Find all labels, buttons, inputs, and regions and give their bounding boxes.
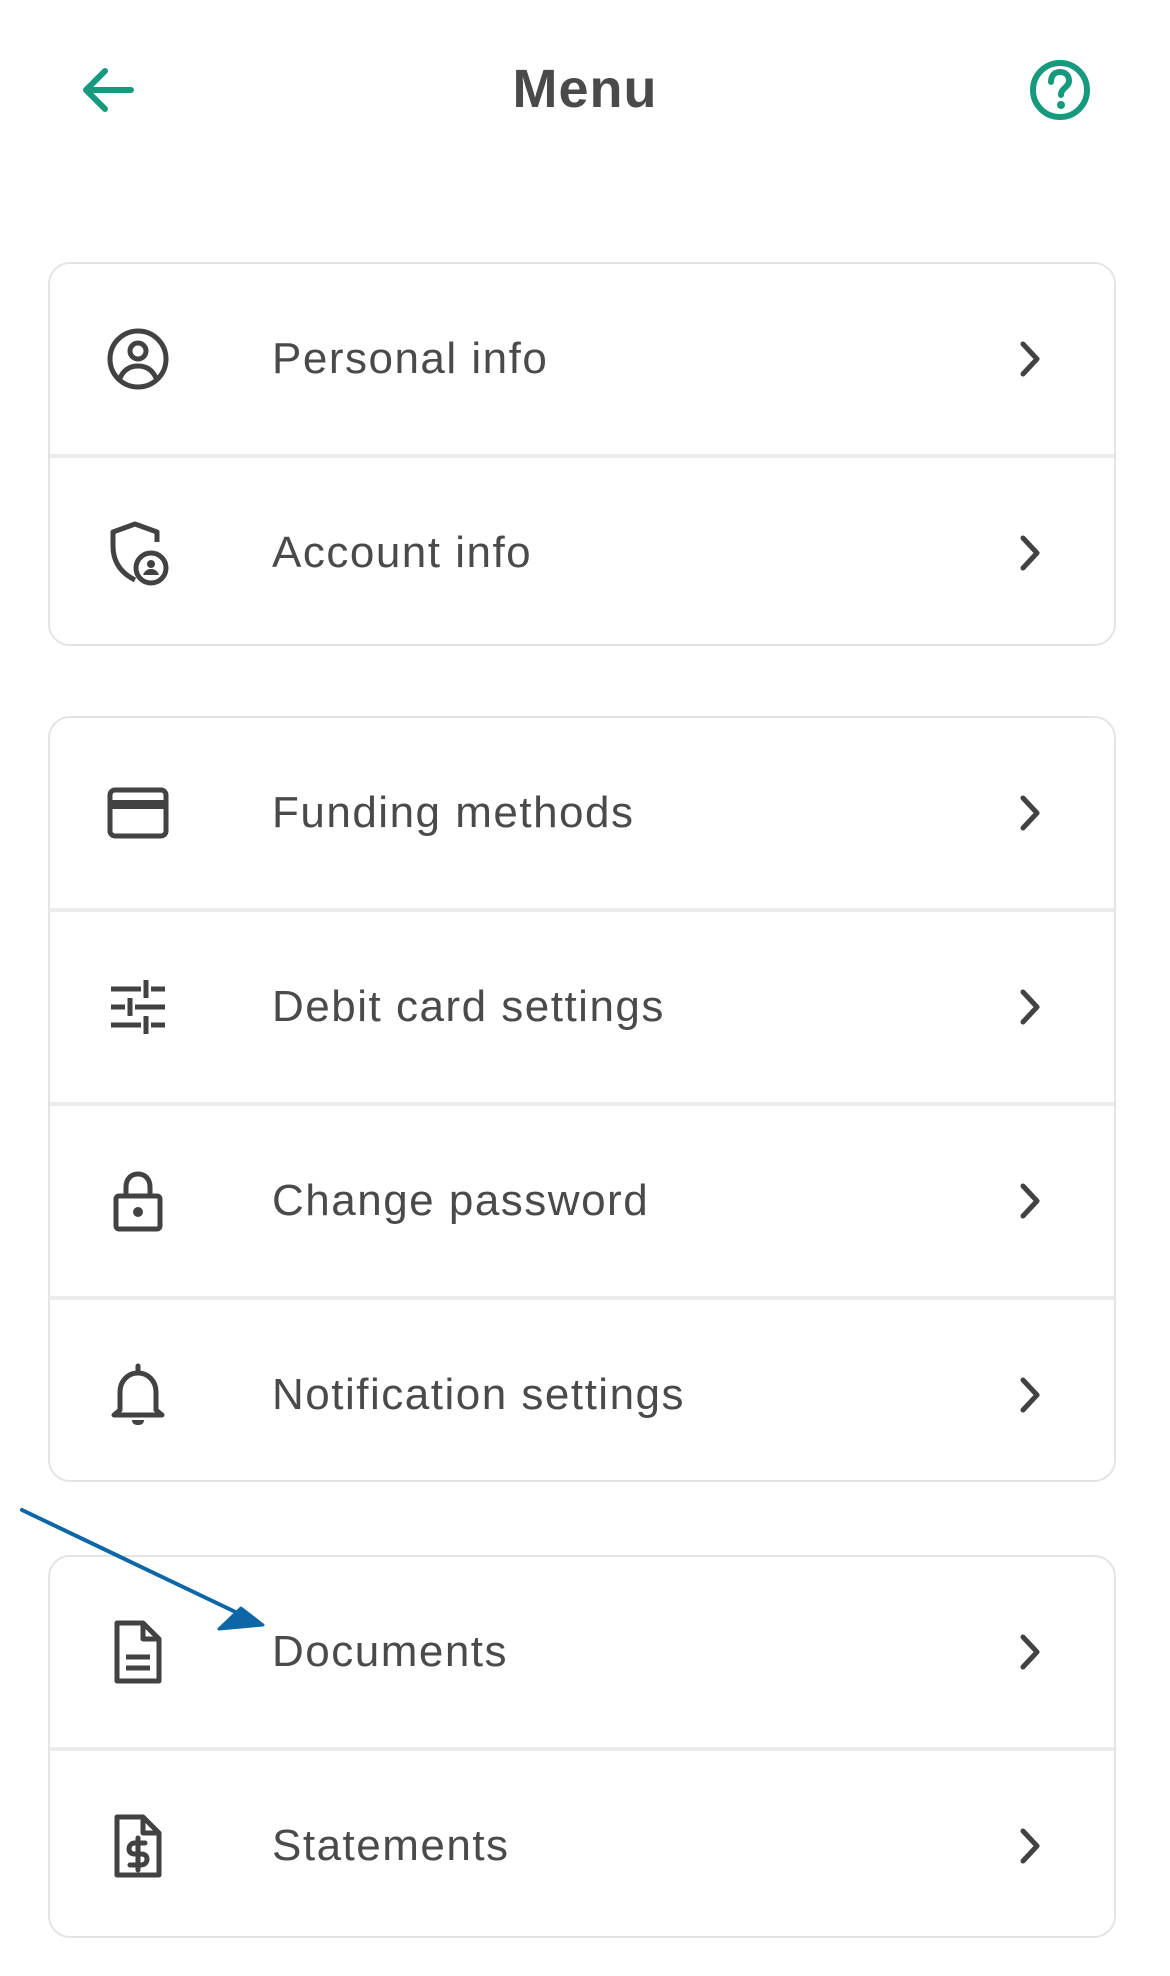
menu-item-funding-methods[interactable]: Funding methods <box>50 718 1114 908</box>
menu-item-notification-settings[interactable]: Notification settings <box>50 1296 1114 1480</box>
chevron-right-icon <box>1005 528 1055 578</box>
bell-icon <box>105 1362 171 1428</box>
chevron-right-icon <box>1005 1176 1055 1226</box>
help-circle-icon <box>1030 60 1090 120</box>
chevron-right-icon <box>1005 788 1055 838</box>
chevron-right-icon <box>1005 1627 1055 1677</box>
chevron-right-icon <box>1005 1821 1055 1871</box>
documents-group-card: Documents Statements <box>48 1555 1116 1938</box>
menu-item-label: Funding methods <box>272 788 635 837</box>
settings-group-card: Funding methods Debit card settings Chan… <box>48 716 1116 1482</box>
page-title: Menu <box>512 59 658 119</box>
chevron-right-icon <box>1005 334 1055 384</box>
menu-item-label: Change password <box>272 1176 650 1225</box>
menu-item-change-password[interactable]: Change password <box>50 1102 1114 1296</box>
menu-item-label: Documents <box>272 1627 509 1676</box>
document-icon <box>105 1619 171 1685</box>
chevron-right-icon <box>1005 1370 1055 1420</box>
shield-user-icon <box>105 520 171 586</box>
sliders-icon <box>105 974 171 1040</box>
menu-item-statements[interactable]: Statements <box>50 1747 1114 1936</box>
chevron-right-icon <box>1005 982 1055 1032</box>
menu-item-label: Notification settings <box>272 1370 686 1419</box>
user-circle-icon <box>105 326 171 392</box>
menu-item-label: Account info <box>272 528 533 577</box>
credit-card-icon <box>105 780 171 846</box>
menu-item-account-info[interactable]: Account info <box>50 454 1114 644</box>
menu-item-label: Personal info <box>272 334 549 383</box>
header: Menu <box>0 0 1170 180</box>
menu-item-personal-info[interactable]: Personal info <box>50 264 1114 454</box>
menu-item-label: Statements <box>272 1821 510 1870</box>
menu-item-label: Debit card settings <box>272 982 665 1031</box>
dollar-document-icon <box>105 1813 171 1879</box>
account-group-card: Personal info Account info <box>48 262 1116 646</box>
help-button[interactable] <box>1013 50 1107 130</box>
lock-icon <box>105 1168 171 1234</box>
menu-item-debit-card-settings[interactable]: Debit card settings <box>50 908 1114 1102</box>
menu-item-documents[interactable]: Documents <box>50 1557 1114 1747</box>
